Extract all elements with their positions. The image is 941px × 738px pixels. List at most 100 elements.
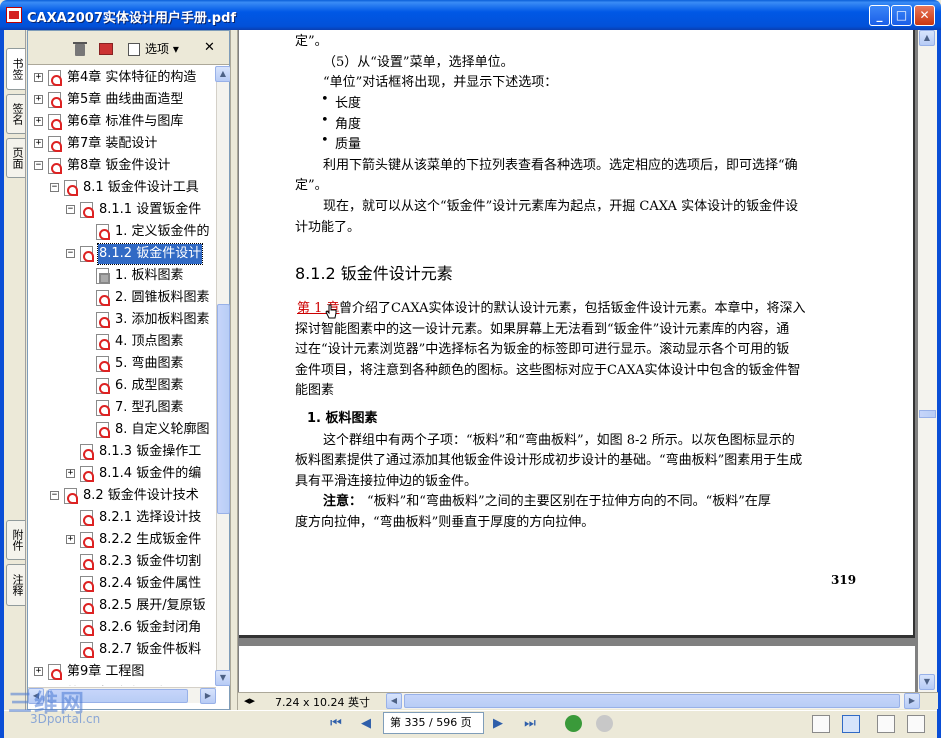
collapse-icon[interactable]: − xyxy=(66,249,75,258)
previous-view-icon[interactable] xyxy=(565,715,582,732)
text-line: 定”。 xyxy=(295,178,328,193)
bookmark-label: 8.2.7 钣金件板料 xyxy=(99,642,202,657)
doc-scroll-down-button[interactable]: ▼ xyxy=(919,674,935,690)
bookmark-label: 8.1.3 钣金操作工 xyxy=(99,444,202,459)
section-heading: 8.1.2 钣金件设计元素 xyxy=(295,264,453,283)
text-line: 具有平滑连接拉伸边的钣金件。 xyxy=(295,474,478,489)
doc-scroll-up-button[interactable]: ▲ xyxy=(919,30,935,46)
doc-scroll-right-button[interactable]: ▶ xyxy=(904,693,920,709)
bookmark-label: 第5章 曲线曲面造型 xyxy=(67,92,184,107)
bookmark-label: 8.1 钣金件设计工具 xyxy=(83,180,199,195)
bookmark-page-icon xyxy=(96,334,110,350)
expand-icon[interactable]: + xyxy=(34,667,43,676)
bookmark-label: 8.2.4 钣金件属性 xyxy=(99,576,202,591)
scroll-down-button[interactable]: ▼ xyxy=(215,670,231,686)
bookmark-label: 6. 成型图素 xyxy=(115,378,184,393)
bookmark-label: 2. 圆锥板料图素 xyxy=(115,290,210,305)
expand-icon[interactable]: + xyxy=(66,469,75,478)
bookmark-label: 8.2.6 钣金封闭角 xyxy=(99,620,202,635)
page-size-label: 7.24 x 10.24 英寸 xyxy=(275,696,370,709)
previous-page-icon[interactable]: ◀ xyxy=(358,716,374,732)
new-bookmark-icon[interactable] xyxy=(98,41,114,57)
collapse-icon[interactable]: − xyxy=(34,161,43,170)
note-line: “板料”和“弯曲板料”之间的主要区别在于拉伸方向的不同。“板料”在厚 xyxy=(367,494,771,509)
first-page-icon[interactable]: ⏮ xyxy=(328,716,344,732)
collapse-icon[interactable]: − xyxy=(50,491,59,500)
tab-bookmarks[interactable]: 书签 xyxy=(6,48,25,90)
document-horizontal-scrollbar[interactable]: ◀ ▶ xyxy=(386,693,920,709)
doc-hscroll-thumb[interactable] xyxy=(404,694,900,708)
bookmark-page-icon xyxy=(80,510,94,526)
options-menu-button[interactable]: 选项 ▾ xyxy=(124,40,183,58)
bookmark-label: 8.2.2 生成钣金件 xyxy=(99,532,202,547)
bookmark-label: 8.2.1 选择设计技 xyxy=(99,510,202,525)
document-view[interactable]: 定”。 （5）从“设置”菜单，选择单位。 “单位”对话框将出现，并显示下述选项：… xyxy=(238,30,918,692)
text-line: 定”。 xyxy=(295,34,328,49)
text-line: 金件项目，将注意到各种颜色的图标。这些图标对应于CAXA实体设计中包含的钣金件智 xyxy=(295,363,801,378)
bookmark-label: 第9章 工程图 xyxy=(67,664,145,679)
title-bar[interactable]: CAXA2007实体设计用户手册.pdf _ □ ✕ xyxy=(0,0,941,30)
continuous-facing-layout-icon[interactable] xyxy=(907,715,925,733)
single-page-layout-icon[interactable] xyxy=(812,715,830,733)
bookmark-page-icon xyxy=(96,400,110,416)
text-line: 探讨智能图素中的这一设计元素。如果屏幕上无法看到“钣金件”设计元素库的内容，通 xyxy=(295,322,790,337)
text-line: “单位”对话框将出现，并显示下述选项： xyxy=(323,75,558,90)
bookmark-page-icon xyxy=(48,92,62,108)
minimize-button[interactable]: _ xyxy=(869,5,890,26)
page-number-field[interactable]: 第 335 / 596 页 xyxy=(383,712,484,734)
bookmark-label: 3. 添加板料图素 xyxy=(115,312,210,327)
bookmark-vertical-scrollbar[interactable]: ▲ ▼ xyxy=(215,66,231,686)
bookmark-label: 8.1.2 钣金件设计 xyxy=(96,243,204,265)
hand-cursor-icon xyxy=(325,304,337,319)
bookmark-label: 8.1.4 钣金件的编 xyxy=(99,466,202,481)
note-line: 度方向拉伸，“弯曲板料”则垂直于厚度的方向拉伸。 xyxy=(295,515,595,530)
maximize-button[interactable]: □ xyxy=(891,5,912,26)
bookmark-page-icon xyxy=(80,466,94,482)
collapse-icon[interactable]: − xyxy=(50,183,59,192)
facing-layout-icon[interactable] xyxy=(877,715,895,733)
bookmark-label: 4. 顶点图素 xyxy=(115,334,184,349)
panel-splitter[interactable] xyxy=(230,30,238,716)
watermark-url: 3Dportal.cn xyxy=(30,712,101,726)
bookmark-label: 7. 型孔图素 xyxy=(115,400,184,415)
close-button[interactable]: ✕ xyxy=(914,5,935,26)
expand-icon[interactable]: + xyxy=(66,535,75,544)
tab-pages[interactable]: 页面 xyxy=(6,138,25,178)
page-number: 319 xyxy=(831,573,857,587)
close-panel-icon[interactable]: ✕ xyxy=(204,40,215,55)
expand-icon[interactable]: + xyxy=(34,139,43,148)
bookmark-label: 8.1.1 设置钣金件 xyxy=(99,202,202,217)
bookmark-page-icon xyxy=(48,114,62,130)
tab-comments[interactable]: 注释 xyxy=(6,564,25,606)
bookmark-tree: + 第4章 实体特征的构造 + 第5章 曲线曲面造型 + 第6章 标准件与图库 + 第7章 装… xyxy=(28,66,216,686)
bookmark-page-icon xyxy=(80,444,94,460)
last-page-icon[interactable]: ⏭ xyxy=(522,716,538,732)
document-vertical-scrollbar[interactable]: ▲ ▼ xyxy=(918,30,937,692)
doc-scroll-left-button[interactable]: ◀ xyxy=(386,693,402,709)
expand-icon[interactable]: + xyxy=(34,95,43,104)
text-line: 能图素 xyxy=(295,383,335,398)
expand-icon[interactable]: + xyxy=(34,117,43,126)
collapse-icon[interactable]: − xyxy=(66,205,75,214)
bookmark-page-icon xyxy=(80,554,94,570)
bookmark-page-icon xyxy=(80,620,94,636)
bookmark-page-icon xyxy=(64,488,78,504)
doc-scroll-thumb[interactable] xyxy=(919,410,936,418)
bookmark-label: 第6章 标准件与图库 xyxy=(67,114,184,129)
bookmark-page-icon xyxy=(96,312,110,328)
delete-bookmark-icon[interactable] xyxy=(72,41,88,57)
text-line: （5）从“设置”菜单，选择单位。 xyxy=(323,55,514,70)
next-view-icon[interactable] xyxy=(596,715,613,732)
scroll-right-button[interactable]: ▶ xyxy=(200,688,216,704)
tab-signatures[interactable]: 签名 xyxy=(6,94,25,134)
next-pdf-page xyxy=(239,646,915,692)
navigation-bar: ⏮ ◀ 第 335 / 596 页 ▶ ⏭ xyxy=(4,710,937,738)
expand-icon[interactable]: + xyxy=(34,73,43,82)
bookmark-page-icon xyxy=(96,224,110,240)
next-page-icon[interactable]: ▶ xyxy=(490,716,506,732)
tab-attachments[interactable]: 附件 xyxy=(6,520,25,560)
scroll-thumb[interactable] xyxy=(217,304,230,514)
options-label: 选项 xyxy=(145,42,170,56)
continuous-layout-icon[interactable] xyxy=(842,715,860,733)
scroll-up-button[interactable]: ▲ xyxy=(215,66,231,82)
